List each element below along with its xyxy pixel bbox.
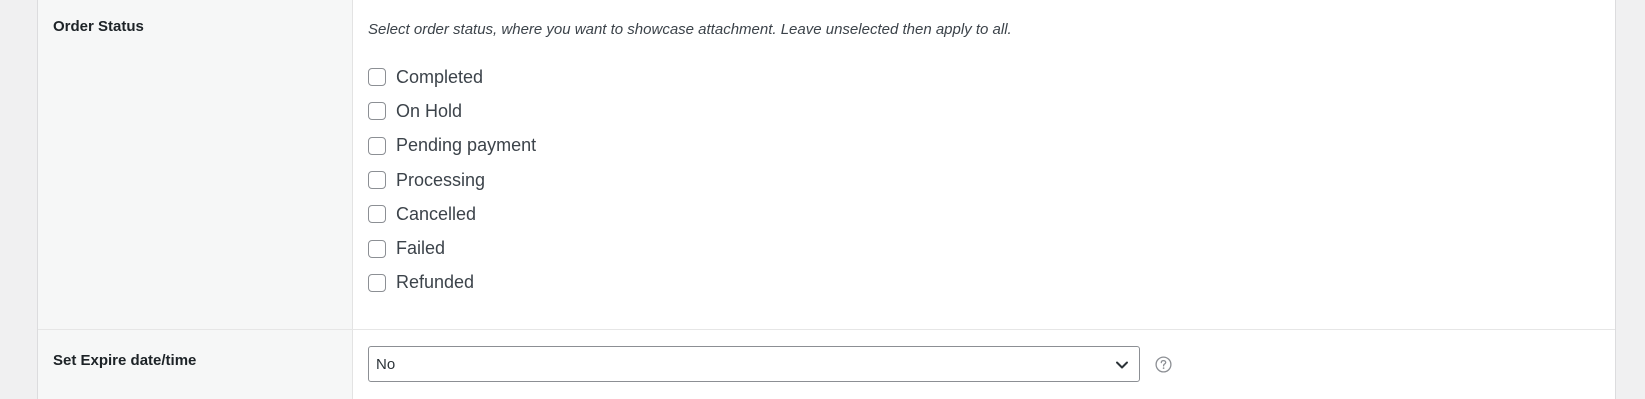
checkbox-item-pending-payment[interactable]: Pending payment [368, 129, 536, 163]
cancelled-checkbox[interactable] [368, 205, 386, 224]
on-hold-checkbox-label[interactable]: On Hold [396, 101, 462, 122]
completed-checkbox-label[interactable]: Completed [396, 67, 483, 88]
pending-payment-checkbox[interactable] [368, 136, 386, 155]
expire-label-cell: Set Expire date/time [38, 330, 353, 399]
refunded-checkbox-label[interactable]: Refunded [396, 272, 474, 293]
completed-checkbox[interactable] [368, 68, 386, 87]
processing-checkbox[interactable] [368, 171, 386, 190]
on-hold-checkbox[interactable] [368, 102, 386, 121]
chevron-down-icon [1116, 361, 1128, 369]
checkbox-item-cancelled[interactable]: Cancelled [368, 197, 536, 231]
checkbox-item-processing[interactable]: Processing [368, 163, 536, 197]
checkbox-item-refunded[interactable]: Refunded [368, 266, 536, 300]
failed-checkbox[interactable] [368, 239, 386, 258]
cancelled-checkbox-label[interactable]: Cancelled [396, 204, 476, 225]
order-status-description: Select order status, where you want to s… [368, 21, 1012, 38]
expire-label: Set Expire date/time [53, 352, 197, 369]
expire-select[interactable]: No [368, 346, 1140, 382]
order-status-checkbox-list: Completed On Hold Pending payment Proces… [368, 60, 536, 300]
failed-checkbox-label[interactable]: Failed [396, 238, 445, 259]
order-status-label-cell: Order Status [38, 0, 353, 329]
processing-checkbox-label[interactable]: Processing [396, 170, 485, 191]
pending-payment-checkbox-label[interactable]: Pending payment [396, 135, 536, 156]
settings-table: Order Status Select order status, where … [37, 0, 1616, 399]
expire-row: Set Expire date/time No [38, 330, 1615, 399]
order-status-row: Order Status Select order status, where … [38, 0, 1615, 330]
refunded-checkbox[interactable] [368, 273, 386, 292]
question-circle-icon[interactable] [1155, 356, 1172, 373]
expire-select-value: No [376, 356, 396, 373]
order-status-label: Order Status [53, 18, 144, 35]
checkbox-item-on-hold[interactable]: On Hold [368, 94, 536, 128]
checkbox-item-completed[interactable]: Completed [368, 60, 536, 94]
expire-value-cell: No [353, 330, 1615, 399]
order-status-value-cell: Select order status, where you want to s… [353, 0, 1615, 329]
checkbox-item-failed[interactable]: Failed [368, 231, 536, 265]
